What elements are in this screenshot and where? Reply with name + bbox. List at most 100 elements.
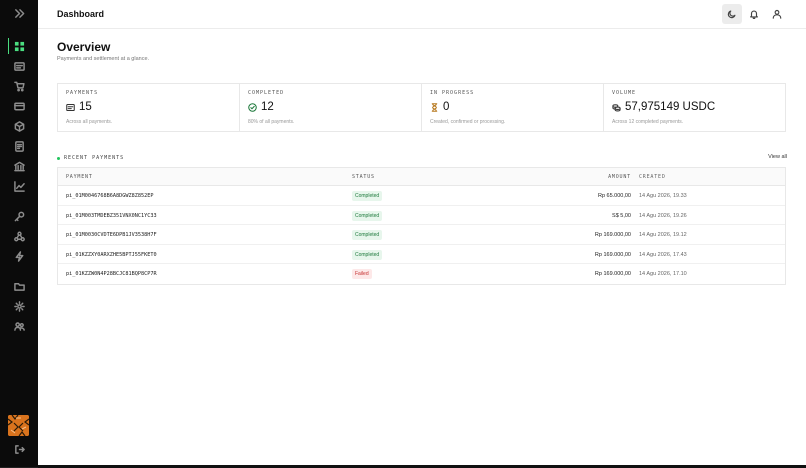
- live-dot-icon: [57, 157, 60, 160]
- stat-label: PAYMENTS: [66, 90, 99, 96]
- page-title: Overview: [57, 40, 111, 54]
- stat-label: COMPLETED: [248, 90, 285, 96]
- stat-value: 12: [261, 101, 274, 113]
- nav-dashboard[interactable]: [9, 37, 29, 55]
- status-badge: Completed: [352, 230, 383, 240]
- moon-icon: [727, 10, 736, 19]
- main-content: Dashboard Overview Payments and settleme…: [38, 0, 806, 468]
- folder-icon: [13, 282, 25, 291]
- payment-created: 14 Agu 2026, 17.43: [639, 251, 687, 258]
- gear-icon: [13, 300, 25, 312]
- page-header-title: Dashboard: [57, 9, 105, 19]
- stat-note: Across all payments.: [66, 119, 113, 125]
- nav-analytics[interactable]: [9, 177, 29, 195]
- check-circle-icon: [248, 102, 257, 112]
- workspace-logo-icon: [8, 415, 29, 436]
- credit-card-icon: [13, 102, 25, 110]
- status-badge: Completed: [352, 210, 383, 221]
- stat-note: 80% of all payments.: [248, 119, 295, 125]
- stats-panel: PAYMENTS 15 Across all payments. COMPLET…: [57, 83, 786, 132]
- stat-label: IN PROGRESS: [430, 90, 475, 96]
- table-header: PAYMENT STATUS AMOUNT CREATED: [58, 168, 785, 186]
- account-button[interactable]: [767, 4, 787, 24]
- payment-amount: Rp 169.000,00: [594, 271, 631, 277]
- column-header-payment[interactable]: PAYMENT: [66, 174, 93, 180]
- status-badge: Completed: [352, 191, 383, 201]
- double-chevron-right-icon: [14, 8, 24, 18]
- payment-id[interactable]: pi_01KZZXY0ARXZHE5BPTJ55FKET0: [66, 252, 157, 258]
- table-row[interactable]: pi_01M0046768B6A8DGWZ8Z852EP Completed R…: [58, 186, 785, 206]
- receipt-icon: [14, 140, 24, 152]
- status-badge: Failed: [352, 269, 372, 279]
- stat-note: Across 12 completed payments.: [612, 119, 684, 125]
- payment-amount: Rp 169.000,00: [594, 251, 631, 258]
- stat-completed: COMPLETED 12 80% of all payments.: [240, 84, 422, 131]
- payment-id[interactable]: pi_01KZZW0N4P28BCJC81BQP8CP7R: [66, 271, 157, 277]
- nav-settings[interactable]: [9, 297, 29, 315]
- view-all-link[interactable]: View all: [768, 154, 787, 160]
- stat-volume: VOLUME 57,975149 USDC Across 12 complete…: [604, 84, 785, 131]
- nav-invoices[interactable]: [9, 137, 29, 155]
- bolt-icon: [15, 250, 23, 262]
- status-badge: Completed: [352, 249, 383, 260]
- logout-button[interactable]: [9, 440, 29, 458]
- nav-api-keys[interactable]: [9, 207, 29, 225]
- top-bar: Dashboard: [38, 0, 806, 29]
- stat-note: Created, confirmed or processing.: [430, 119, 506, 125]
- sidebar: [0, 0, 38, 468]
- payment-id[interactable]: pi_01M003TMDEBZ351VNX0NC1YC33: [66, 213, 157, 219]
- nav-webhooks[interactable]: [9, 227, 29, 245]
- nav-team[interactable]: [9, 317, 29, 335]
- nav-bank[interactable]: [9, 157, 29, 175]
- payment-id[interactable]: pi_01M0030CVDTE6DPB1JV3538H7F: [66, 232, 157, 238]
- notifications-button[interactable]: [744, 4, 764, 24]
- payment-amount: S$ 5,00: [612, 212, 631, 219]
- section-title: RECENT PAYMENTS: [64, 155, 125, 161]
- payment-created: 14 Agu 2026, 19.12: [639, 232, 687, 238]
- coins-icon: [612, 103, 621, 112]
- logout-icon: [14, 444, 25, 454]
- column-header-status[interactable]: STATUS: [352, 174, 375, 180]
- nav-files[interactable]: [9, 277, 29, 295]
- workspace-avatar[interactable]: [8, 415, 29, 436]
- stat-value: 57,975149 USDC: [625, 101, 716, 113]
- stat-in-progress: IN PROGRESS 0 Created, confirmed or proc…: [422, 84, 604, 131]
- nav-products[interactable]: [9, 117, 29, 135]
- stat-value: 15: [79, 101, 92, 113]
- bank-icon: [13, 161, 25, 171]
- card-icon: [13, 61, 25, 71]
- box-icon: [14, 120, 24, 132]
- webhook-icon: [13, 231, 25, 241]
- payment-created: 14 Agu 2026, 19.26: [639, 212, 687, 219]
- payment-created: 14 Agu 2026, 19.33: [639, 193, 687, 199]
- nav-billing[interactable]: [9, 97, 29, 115]
- table-row[interactable]: pi_01M0030CVDTE6DPB1JV3538H7F Completed …: [58, 225, 785, 245]
- nav-events[interactable]: [9, 247, 29, 265]
- cart-icon: [13, 81, 25, 92]
- payment-amount: Rp 65.000,00: [597, 193, 631, 199]
- card-icon: [66, 103, 75, 112]
- chart-line-icon: [13, 180, 25, 192]
- grid-icon: [14, 41, 24, 51]
- page-subtitle: Payments and settlement at a glance.: [57, 56, 150, 62]
- nav-payments[interactable]: [9, 57, 29, 75]
- payment-amount: Rp 169.000,00: [594, 232, 631, 238]
- user-icon: [772, 9, 782, 19]
- table-row[interactable]: pi_01KZZXY0ARXZHE5BPTJ55FKET0 Completed …: [58, 245, 785, 264]
- column-header-amount[interactable]: AMOUNT: [608, 174, 631, 180]
- expand-sidebar-button[interactable]: [9, 4, 29, 22]
- payment-created: 14 Agu 2026, 17.10: [639, 271, 687, 277]
- nav-orders[interactable]: [9, 77, 29, 95]
- recent-payments-table: PAYMENT STATUS AMOUNT CREATED pi_01M0046…: [57, 167, 786, 285]
- theme-toggle-button[interactable]: [722, 4, 742, 24]
- stat-payments: PAYMENTS 15 Across all payments.: [58, 84, 240, 131]
- hourglass-icon: [430, 102, 439, 112]
- stat-label: VOLUME: [612, 90, 637, 96]
- key-icon: [14, 211, 24, 221]
- payment-id[interactable]: pi_01M0046768B6A8DGWZ8Z852EP: [66, 193, 153, 199]
- users-icon: [13, 321, 25, 331]
- column-header-created[interactable]: CREATED: [639, 174, 666, 180]
- table-row[interactable]: pi_01M003TMDEBZ351VNX0NC1YC33 Completed …: [58, 206, 785, 225]
- table-row[interactable]: pi_01KZZW0N4P28BCJC81BQP8CP7R Failed Rp …: [58, 264, 785, 284]
- recent-payments-header: RECENT PAYMENTS View all: [57, 154, 787, 163]
